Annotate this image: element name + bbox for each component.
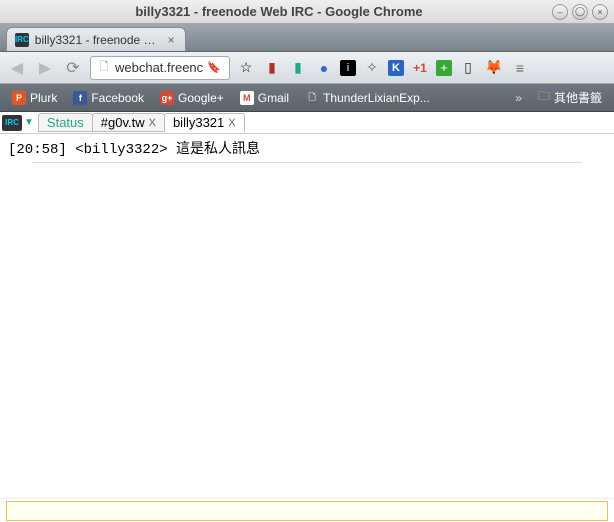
address-bar[interactable]: 🗋 webchat.freenc 🔖 [90,56,230,80]
irc-tab-pm[interactable]: billy3321 X [164,113,245,132]
irc-message-text: 這是私人訊息 [176,142,260,158]
irc-input-row [0,498,614,522]
facebook-icon: f [73,91,87,105]
ext-fox-icon[interactable]: 🦊 [484,58,504,78]
irc-message-area: [20:58] <billy3322> 這是私人訊息 [0,134,614,502]
irc-tab-label: #g0v.tw [101,115,145,130]
chrome-menu-icon[interactable]: ≡ [510,58,530,78]
bookmark-thunderlixian[interactable]: 🗋 ThunderLixianExp... [299,89,436,107]
page-icon: 🗋 [97,61,111,75]
ext-gplus-icon[interactable]: +1 [410,58,430,78]
other-bookmarks-label: 其他書籤 [554,89,602,106]
irc-tab-close-icon[interactable]: X [228,117,235,129]
bookmarks-overflow-icon[interactable]: » [509,91,528,105]
browser-toolbar: ◀ ▶ ⟳ 🗋 webchat.freenc 🔖 ☆ ▮ ▮ ● i ✧ K +… [0,52,614,84]
ext-tag-icon[interactable]: ▮ [288,58,308,78]
irc-divider [32,162,582,163]
minimize-button[interactable]: – [552,4,568,20]
irc-message-input[interactable] [6,501,608,521]
page-icon: 🗋 [305,91,319,105]
ext-globe-icon[interactable]: ● [314,58,334,78]
bookmark-label: ThunderLixianExp... [323,91,430,105]
irc-menu-dropdown-icon[interactable]: ▼ [24,117,34,128]
bookmark-label: Google+ [178,91,224,105]
plurk-icon: P [12,91,26,105]
gmail-icon: M [240,91,254,105]
ext-book-icon[interactable]: ▮ [262,58,282,78]
irc-tab-bar: IRC ▼ Status #g0v.tw X billy3321 X [0,112,614,134]
bookmark-label: Gmail [258,91,289,105]
star-icon[interactable]: ☆ [236,58,256,78]
address-text: webchat.freenc [115,60,203,75]
bookmark-gmail[interactable]: M Gmail [234,89,295,107]
window-title: billy3321 - freenode Web IRC - Google Ch… [6,4,552,19]
back-button[interactable]: ◀ [6,57,28,79]
ext-phone-icon[interactable]: ▯ [458,58,478,78]
reload-button[interactable]: ⟳ [62,57,84,79]
irc-tab-close-icon[interactable]: X [149,117,156,129]
extension-icons: ☆ ▮ ▮ ● i ✧ K +1 + ▯ 🦊 ≡ [236,58,608,78]
bookmarks-bar: P Plurk f Facebook g+ Google+ M Gmail 🗋 … [0,84,614,112]
irc-tab-channel[interactable]: #g0v.tw X [92,113,165,132]
irc-tab-label: Status [47,115,84,130]
googleplus-icon: g+ [160,91,174,105]
bookmark-label: Facebook [91,91,144,105]
irc-timestamp: [20:58] [8,142,67,158]
other-bookmarks-folder[interactable]: 🗀 其他書籤 [532,85,608,110]
irc-nick: <billy3322> [75,142,167,158]
window-controls: – ◯ × [552,4,608,20]
forward-button[interactable]: ▶ [34,57,56,79]
ext-k-icon[interactable]: K [388,60,404,76]
ext-key-icon[interactable]: ✧ [362,58,382,78]
folder-icon: 🗀 [538,87,550,108]
tab-close-icon[interactable]: × [165,34,177,46]
browser-tab-title: billy3321 - freenode We [35,33,159,47]
close-button[interactable]: × [592,4,608,20]
window-titlebar: billy3321 - freenode Web IRC - Google Ch… [0,0,614,24]
bookmark-googleplus[interactable]: g+ Google+ [154,89,230,107]
maximize-button[interactable]: ◯ [572,4,588,20]
share-icon[interactable]: 🔖 [207,61,221,75]
irc-message-line: [20:58] <billy3322> 這是私人訊息 [8,138,606,158]
browser-tab[interactable]: IRC billy3321 - freenode We × [6,27,186,51]
browser-tab-strip: IRC billy3321 - freenode We × [0,24,614,52]
ext-info-icon[interactable]: i [340,60,356,76]
bookmark-label: Plurk [30,91,57,105]
irc-app-icon[interactable]: IRC [2,115,22,131]
bookmark-plurk[interactable]: P Plurk [6,89,63,107]
tab-favicon-icon: IRC [15,33,29,47]
irc-tab-status[interactable]: Status [38,113,93,132]
bookmark-facebook[interactable]: f Facebook [67,89,150,107]
ext-plus-icon[interactable]: + [436,60,452,76]
irc-tab-label: billy3321 [173,115,224,130]
